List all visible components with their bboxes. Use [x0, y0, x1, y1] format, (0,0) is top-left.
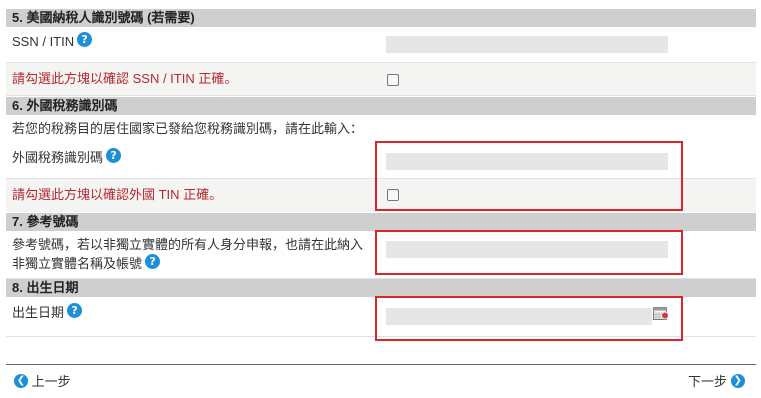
dob-label: 出生日期: [12, 305, 65, 320]
highlight-box-reference: [375, 230, 683, 275]
reference-label-line1: 參考號碼，若以非獨立實體的所有人身分申報，也請在此納入: [12, 237, 364, 252]
footer-divider: [6, 364, 756, 365]
section-header-7: 7. 參考號碼: [6, 213, 756, 231]
ssn-confirm-row: 請勾選此方塊以確認 SSN / ITIN 正確。: [6, 63, 756, 96]
chevron-left-circle-icon: ❮: [14, 374, 28, 388]
ssn-label: SSN / ITIN: [12, 34, 75, 49]
ssn-confirm-checkbox[interactable]: [387, 74, 399, 86]
ssn-input[interactable]: [386, 36, 668, 53]
section-header-5: 5. 美國納稅人識別號碼 (若需要): [6, 9, 756, 27]
previous-label: 上一步: [31, 374, 71, 389]
tin-label-group: 外國稅務識別碼?: [12, 148, 122, 167]
dob-label-group: 出生日期?: [12, 303, 83, 322]
previous-button[interactable]: ❮ 上一步: [14, 374, 71, 390]
help-icon[interactable]: ?: [77, 32, 93, 47]
reference-label-group: 參考號碼，若以非獨立實體的所有人身分申報，也請在此納入 非獨立實體名稱及帳號?: [12, 235, 382, 273]
highlight-box-tin: [375, 141, 683, 211]
tin-intro-row: 若您的稅務目的居住國家已發給您稅務識別碼，請在此輸入：: [6, 115, 756, 141]
tin-intro-text: 若您的稅務目的居住國家已發給您稅務識別碼，請在此輸入：: [12, 121, 364, 136]
tin-confirm-label: 請勾選此方塊以確認外國 TIN 正確。: [12, 187, 223, 202]
next-label: 下一步: [688, 374, 728, 389]
ssn-label-group: SSN / ITIN?: [12, 32, 93, 51]
help-icon[interactable]: ?: [67, 303, 83, 318]
section-header-8: 8. 出生日期: [6, 279, 756, 297]
ssn-confirm-label: 請勾選此方塊以確認 SSN / ITIN 正確。: [12, 71, 238, 86]
next-button[interactable]: 下一步 ❯: [688, 374, 745, 390]
chevron-right-circle-icon: ❯: [730, 374, 745, 388]
section-header-6: 6. 外國稅務識別碼: [6, 97, 756, 115]
tin-label: 外國稅務識別碼: [12, 150, 104, 165]
help-icon[interactable]: ?: [145, 254, 161, 269]
reference-label-line2: 非獨立實體名稱及帳號: [12, 256, 143, 271]
highlight-box-dob: [375, 296, 683, 341]
help-icon[interactable]: ?: [106, 148, 122, 163]
